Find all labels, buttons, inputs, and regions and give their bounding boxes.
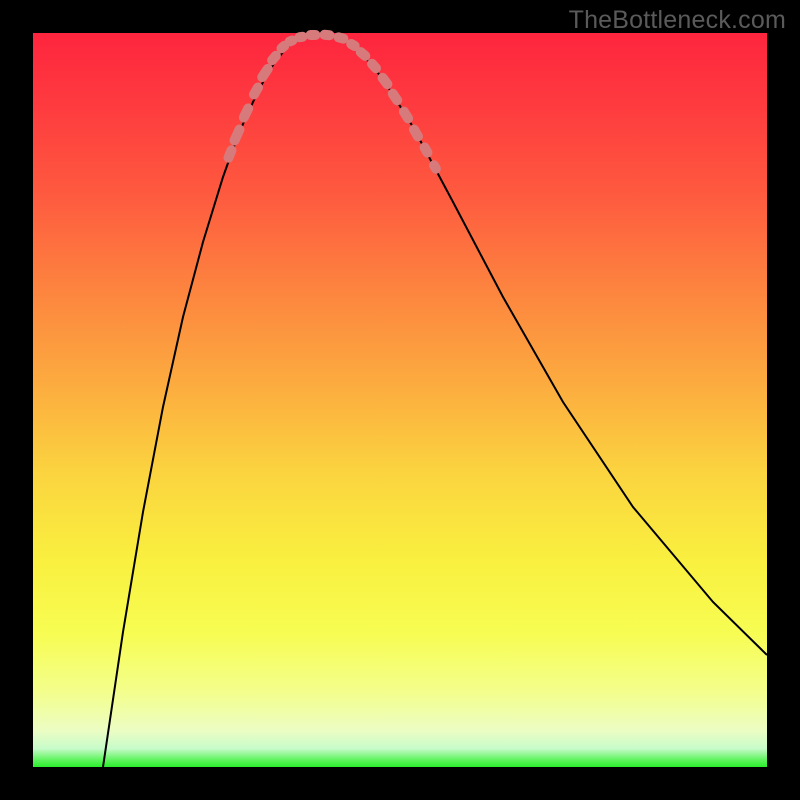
curve-marker <box>228 123 246 147</box>
curve-marker <box>427 158 443 175</box>
chart-container: TheBottleneck.com <box>0 0 800 800</box>
curve-markers <box>222 29 443 175</box>
curve-marker <box>407 123 425 144</box>
plot-area <box>33 33 767 767</box>
curve-marker <box>306 30 321 40</box>
curve-svg <box>33 33 767 767</box>
curve-marker <box>319 29 335 40</box>
curve-marker <box>397 105 415 126</box>
curve-marker <box>222 144 238 164</box>
watermark-text: TheBottleneck.com <box>569 6 786 35</box>
curve-marker <box>418 141 435 160</box>
bottleneck-curve <box>103 34 767 767</box>
curve-marker <box>386 87 404 108</box>
